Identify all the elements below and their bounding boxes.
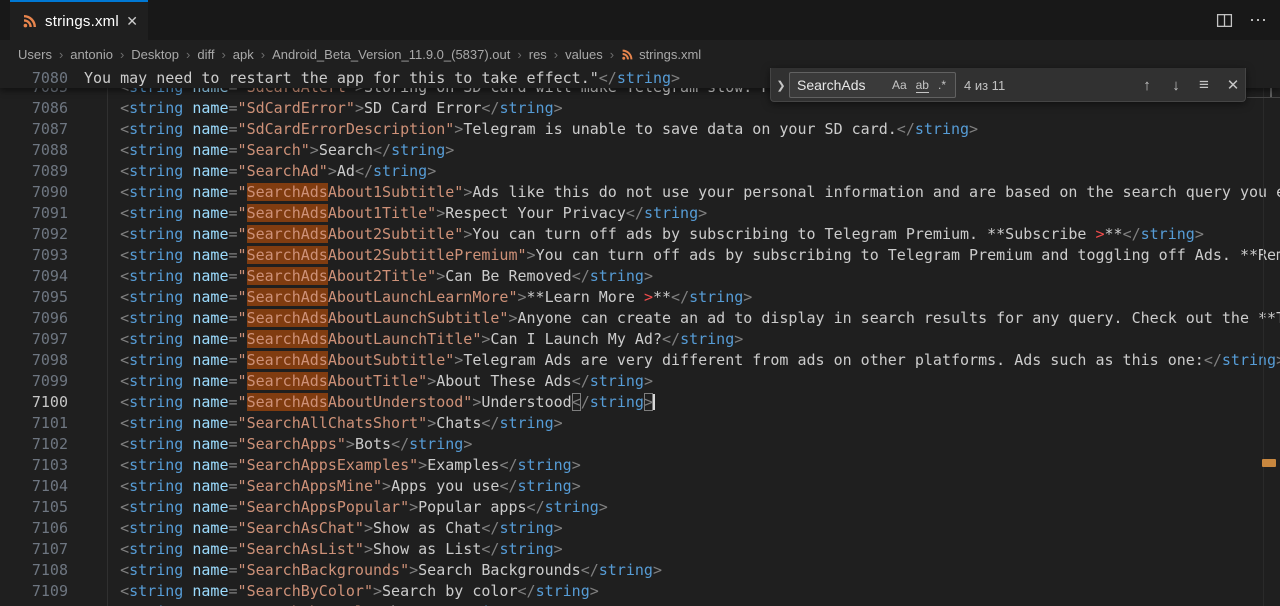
find-in-selection-icon[interactable]: ≡ [1192, 68, 1216, 102]
code-line[interactable]: 7103 <string name="SearchAppsExamples">E… [0, 455, 1280, 476]
breadcrumb-separator: › [186, 47, 190, 62]
breadcrumb-item[interactable]: res [528, 47, 548, 62]
line-number: 7108 [0, 560, 68, 581]
code-line[interactable]: 7097 <string name="SearchAdsAboutLaunchT… [0, 329, 1280, 350]
find-input-box: Aa ab .* [789, 72, 956, 98]
line-number: 7090 [0, 182, 68, 203]
editor-actions: ⋯ [1216, 0, 1268, 40]
breadcrumb-separator: › [59, 47, 63, 62]
line-number: 7092 [0, 224, 68, 245]
line-number: 7110 [0, 602, 68, 606]
code-line[interactable]: 7093 <string name="SearchAdsAbout2Subtit… [0, 245, 1280, 266]
breadcrumb-item[interactable]: apk [232, 47, 255, 62]
more-actions-icon[interactable]: ⋯ [1249, 10, 1268, 31]
close-find-icon[interactable]: ✕ [1221, 68, 1245, 102]
xml-feed-icon [22, 13, 38, 29]
vscode-window: strings.xml ✕ ⋯ Users › antonio › Desktop › di… [0, 0, 1280, 606]
code-line[interactable]: 7091 <string name="SearchAdsAbout1Title"… [0, 203, 1280, 224]
breadcrumb-item[interactable]: Users [17, 47, 53, 62]
find-widget: ❯ Aa ab .* 4 из 11 ↑ ↓ ≡ ✕ [770, 68, 1246, 102]
line-number: 7106 [0, 518, 68, 539]
breadcrumb-item[interactable]: antonio [69, 47, 114, 62]
breadcrumb-separator: › [610, 47, 614, 62]
code-line[interactable]: 7089 <string name="SearchAd">Ad</string> [0, 161, 1280, 182]
breadcrumb-separator: › [120, 47, 124, 62]
regex-icon[interactable]: .* [938, 78, 946, 92]
code-line[interactable]: 7096 <string name="SearchAdsAboutLaunchS… [0, 308, 1280, 329]
line-number: 7105 [0, 497, 68, 518]
line-number: 7102 [0, 434, 68, 455]
line-number: 7101 [0, 413, 68, 434]
code-line[interactable]: 7098 <string name="SearchAdsAboutSubtitl… [0, 350, 1280, 371]
line-number: 7098 [0, 350, 68, 371]
previous-match-icon[interactable]: ↑ [1135, 68, 1159, 102]
scrollbar-decoration [1247, 97, 1280, 98]
find-results-count: 4 из 11 [964, 68, 1005, 102]
code-line[interactable]: 7101 <string name="SearchAllChatsShort">… [0, 413, 1280, 434]
code-line[interactable]: 7095 <string name="SearchAdsAboutLaunchL… [0, 287, 1280, 308]
breadcrumb-item[interactable]: diff [196, 47, 215, 62]
code-line[interactable]: 7099 <string name="SearchAdsAboutTitle">… [0, 371, 1280, 392]
next-match-icon[interactable]: ↓ [1164, 68, 1188, 102]
breadcrumb-item[interactable]: Desktop [130, 47, 180, 62]
code-line[interactable]: 7109 <string name="SearchByColor">Search… [0, 581, 1280, 602]
find-input[interactable] [790, 77, 892, 93]
code-line[interactable]: 7088 <string name="Search">Search</strin… [0, 140, 1280, 161]
breadcrumb-item[interactable]: Android_Beta_Version_11.9.0_(5837).out [271, 47, 511, 62]
code-line[interactable]: 7106 <string name="SearchAsChat">Show as… [0, 518, 1280, 539]
line-number: 7094 [0, 266, 68, 287]
line-number: 7104 [0, 476, 68, 497]
sticky-line-number: 7080 [0, 68, 68, 88]
overview-ruler-border [1263, 68, 1264, 606]
whole-word-icon[interactable]: ab [916, 78, 929, 93]
line-number: 7087 [0, 119, 68, 140]
line-number: 7086 [0, 98, 68, 119]
tab-close-icon[interactable]: ✕ [124, 13, 140, 29]
line-number: 7107 [0, 539, 68, 560]
tab-strings-xml[interactable]: strings.xml ✕ [10, 0, 148, 40]
breadcrumb-separator: › [221, 47, 225, 62]
tab-bar: strings.xml ✕ ⋯ [0, 0, 1280, 40]
line-number: 7096 [0, 308, 68, 329]
breadcrumb-item[interactable]: values [564, 47, 604, 62]
code-line[interactable]: 7102 <string name="SearchApps">Bots</str… [0, 434, 1280, 455]
line-number: 7093 [0, 245, 68, 266]
code-line[interactable]: 7104 <string name="SearchAppsMine">Apps … [0, 476, 1280, 497]
line-number: 7091 [0, 203, 68, 224]
line-number: 7099 [0, 371, 68, 392]
tab-label: strings.xml [45, 13, 119, 30]
breadcrumb: Users › antonio › Desktop › diff › apk › Android_B… [0, 40, 1280, 68]
line-number: 7097 [0, 329, 68, 350]
overview-ruler-match-marker [1262, 459, 1276, 467]
code-line[interactable]: 7100 <string name="SearchAdsAboutUnderst… [0, 392, 1280, 413]
code-line[interactable]: 7110 <string name="SearchChannel">Show p… [0, 602, 1280, 606]
line-number: 7088 [0, 140, 68, 161]
code-line[interactable]: 7092 <string name="SearchAdsAbout2Subtit… [0, 224, 1280, 245]
match-case-icon[interactable]: Aa [892, 78, 907, 92]
breadcrumb-separator: › [517, 47, 521, 62]
line-number: 7109 [0, 581, 68, 602]
breadcrumb-item[interactable]: strings.xml [620, 47, 702, 62]
breadcrumb-separator: › [554, 47, 558, 62]
line-number: 7103 [0, 455, 68, 476]
code-line[interactable]: 7108 <string name="SearchBackgrounds">Se… [0, 560, 1280, 581]
xml-feed-icon [621, 48, 634, 61]
code-line[interactable]: 7107 <string name="SearchAsList">Show as… [0, 539, 1280, 560]
line-number: 7100 [0, 392, 68, 413]
code-line[interactable]: 7087 <string name="SdCardErrorDescriptio… [0, 119, 1280, 140]
line-number: 7095 [0, 287, 68, 308]
split-editor-icon[interactable] [1216, 12, 1233, 29]
toggle-replace-chevron-icon[interactable]: ❯ [774, 68, 788, 102]
code-editor[interactable]: 7085 <string name="SdCardAlert">Storing … [0, 68, 1280, 606]
breadcrumb-separator: › [261, 47, 265, 62]
code-line[interactable]: 7105 <string name="SearchAppsPopular">Po… [0, 497, 1280, 518]
text-cursor [653, 394, 655, 410]
code-line[interactable]: 7094 <string name="SearchAdsAbout2Title"… [0, 266, 1280, 287]
line-number: 7089 [0, 161, 68, 182]
code-line[interactable]: 7090 <string name="SearchAdsAbout1Subtit… [0, 182, 1280, 203]
